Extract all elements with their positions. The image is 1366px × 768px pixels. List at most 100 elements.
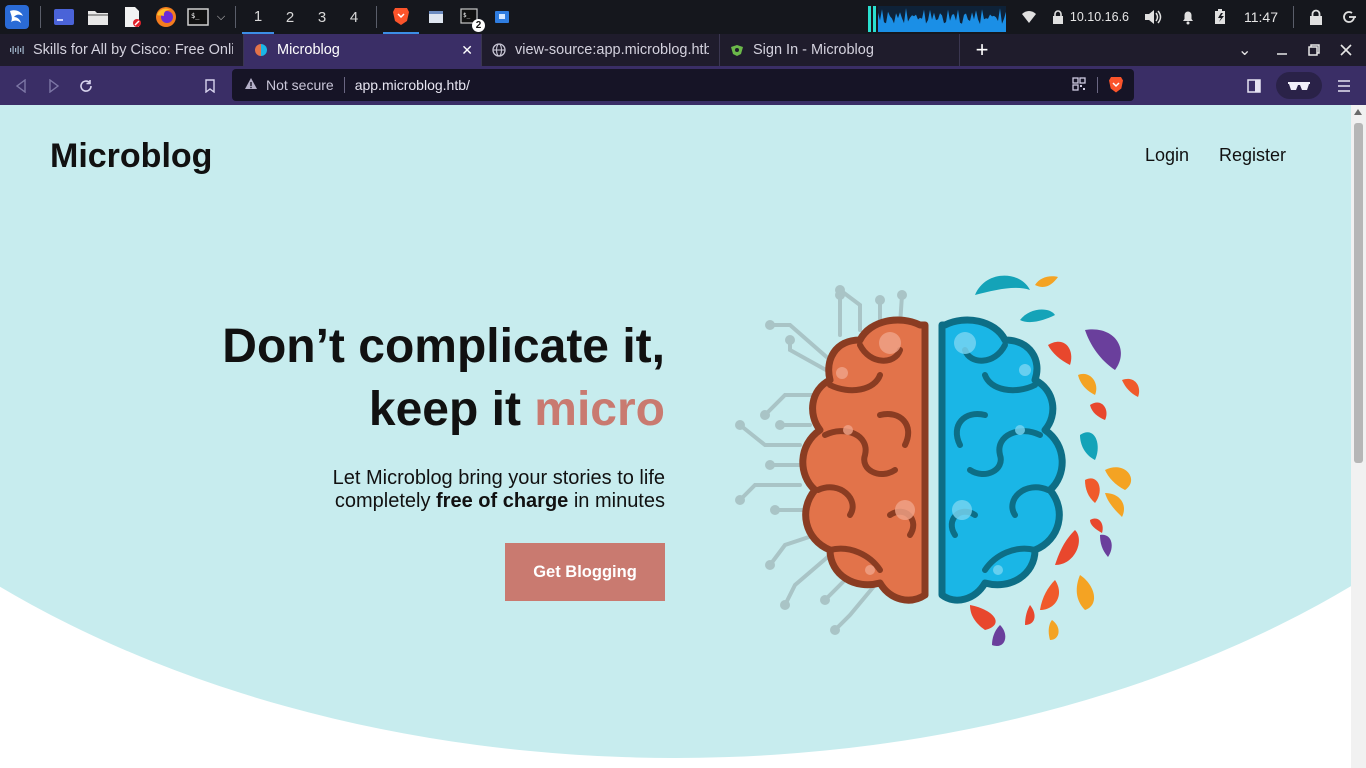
window-button[interactable] bbox=[419, 0, 453, 34]
system-tray: 10.10.16.6 11:47 bbox=[864, 0, 1366, 34]
cpu-graph-icon bbox=[867, 6, 1006, 32]
desktop-icon bbox=[54, 9, 74, 25]
forward-button[interactable] bbox=[42, 66, 66, 105]
taskbar-separator bbox=[1293, 6, 1294, 28]
private-wallet-button[interactable] bbox=[1276, 72, 1322, 99]
page-scrollbar[interactable] bbox=[1351, 105, 1366, 768]
brave-icon bbox=[393, 8, 409, 25]
register-link[interactable]: Register bbox=[1219, 145, 1286, 166]
tab-view-source[interactable]: view-source:app.microblog.htb bbox=[482, 34, 720, 66]
lock-screen-button[interactable] bbox=[1300, 0, 1332, 34]
restore-button[interactable] bbox=[1308, 34, 1322, 66]
text-editor-button[interactable] bbox=[115, 0, 149, 34]
scroll-up-arrow-icon[interactable] bbox=[1354, 109, 1362, 115]
power-refresh-icon bbox=[1343, 11, 1356, 23]
battery-charging-icon bbox=[1215, 9, 1225, 24]
divider bbox=[343, 77, 345, 93]
screenshot-app-button[interactable] bbox=[487, 0, 517, 34]
firefox-button[interactable] bbox=[149, 0, 183, 34]
menu-button[interactable] bbox=[1332, 66, 1356, 105]
text-editor-icon bbox=[125, 7, 141, 27]
tab-title: view-source:app.microblog.htb bbox=[515, 42, 709, 58]
qr-code-icon[interactable] bbox=[1072, 77, 1086, 94]
hero-headline: Don’t complicate it, keep it micro bbox=[222, 315, 665, 441]
cpu-graph[interactable] bbox=[864, 0, 1012, 34]
workspace-3[interactable]: 3 bbox=[306, 0, 338, 34]
volume-control[interactable] bbox=[1135, 0, 1171, 34]
get-blogging-button[interactable]: Get Blogging bbox=[505, 543, 665, 601]
forward-arrow-icon bbox=[49, 78, 60, 93]
clock[interactable]: 11:47 bbox=[1235, 0, 1287, 34]
minimize-button[interactable] bbox=[1276, 34, 1290, 66]
sidebar-icon bbox=[1247, 78, 1261, 93]
close-window-button[interactable] bbox=[1340, 34, 1354, 66]
show-desktop-button[interactable] bbox=[47, 0, 81, 34]
site-logo[interactable]: Microblog bbox=[50, 137, 212, 176]
tab-skills-for-all[interactable]: Skills for All by Cisco: Free Online bbox=[0, 34, 244, 66]
notifications-button[interactable] bbox=[1171, 0, 1205, 34]
chevron-down-icon[interactable]: ⌵ bbox=[213, 0, 229, 34]
kali-dragon-icon bbox=[5, 5, 29, 29]
workspace-label: 3 bbox=[317, 8, 327, 26]
address-bar[interactable]: Not secure app.microblog.htb/ bbox=[232, 69, 1134, 101]
headline-line-2: keep it micro bbox=[222, 378, 665, 441]
url-text[interactable]: app.microblog.htb/ bbox=[355, 77, 470, 93]
svg-text:$_: $_ bbox=[191, 12, 200, 20]
headline-prefix: keep it bbox=[368, 383, 535, 436]
bell-icon bbox=[1183, 11, 1193, 25]
brain-illustration-icon bbox=[735, 275, 1140, 646]
login-link[interactable]: Login bbox=[1145, 145, 1189, 166]
vpn-ip-address: 10.10.16.6 bbox=[1069, 10, 1129, 24]
app-window-icon bbox=[495, 11, 509, 23]
hero-subtitle: Let Microblog bring your stories to life… bbox=[333, 467, 665, 513]
close-icon bbox=[1340, 44, 1352, 56]
taskbar-separator bbox=[40, 6, 41, 28]
terminal-windows-button[interactable]: $_ 2 bbox=[453, 0, 487, 34]
scrollbar-thumb[interactable] bbox=[1354, 123, 1363, 463]
tab-title: Microblog bbox=[277, 42, 340, 58]
terminal-icon: $_ bbox=[187, 8, 209, 26]
warning-triangle-icon[interactable] bbox=[244, 77, 258, 93]
logout-button[interactable] bbox=[1332, 0, 1366, 34]
tab-sign-in[interactable]: Sign In - Microblog bbox=[720, 34, 960, 66]
close-tab-icon[interactable]: ✕ bbox=[461, 42, 473, 59]
clock-time: 11:47 bbox=[1244, 9, 1278, 25]
tab-title: Skills for All by Cisco: Free Online bbox=[33, 42, 233, 58]
svg-text:$_: $_ bbox=[463, 12, 471, 19]
sunglasses-icon bbox=[1288, 81, 1310, 90]
workspace-2[interactable]: 2 bbox=[274, 0, 306, 34]
lock-icon bbox=[1310, 9, 1322, 25]
globe-icon bbox=[492, 43, 506, 57]
vpn-indicator[interactable]: 10.10.16.6 bbox=[1046, 0, 1135, 34]
brave-window-button[interactable] bbox=[383, 0, 419, 34]
sidebar-toggle-button[interactable] bbox=[1242, 66, 1266, 105]
tab-list-button[interactable]: ⌄ bbox=[1238, 34, 1256, 66]
wifi-indicator[interactable] bbox=[1012, 0, 1046, 34]
workspace-label: 1 bbox=[253, 7, 263, 25]
battery-indicator[interactable] bbox=[1205, 0, 1235, 34]
new-tab-button[interactable]: + bbox=[960, 34, 1004, 66]
file-manager-button[interactable] bbox=[81, 0, 115, 34]
workspace-label: 2 bbox=[285, 8, 295, 26]
chevron-down-icon: ⌄ bbox=[1238, 42, 1252, 59]
tab-microblog[interactable]: Microblog ✕ bbox=[244, 34, 482, 66]
workspace-1[interactable]: 1 bbox=[242, 0, 274, 34]
page-viewport: Microblog Login Register Don’t complicat… bbox=[0, 105, 1351, 768]
folder-icon bbox=[88, 11, 108, 25]
brave-shields-icon[interactable] bbox=[1108, 76, 1124, 97]
restore-icon bbox=[1308, 44, 1320, 56]
divider bbox=[1097, 77, 1098, 93]
back-button[interactable] bbox=[9, 66, 33, 105]
security-label[interactable]: Not secure bbox=[266, 77, 334, 93]
os-taskbar: $_ ⌵ 1 2 3 4 $_ 2 10.10.16.6 11:47 bbox=[0, 0, 1366, 34]
reload-icon bbox=[80, 79, 92, 92]
workspace-4[interactable]: 4 bbox=[338, 0, 370, 34]
terminal-button[interactable]: $_ bbox=[183, 0, 213, 34]
bookmark-button[interactable] bbox=[198, 66, 222, 105]
speaker-icon bbox=[1145, 10, 1162, 24]
kali-menu-button[interactable] bbox=[0, 0, 34, 34]
subtitle-bold: free of charge bbox=[436, 490, 569, 512]
reload-button[interactable] bbox=[74, 66, 98, 105]
subtitle-line-2: completely free of charge in minutes bbox=[333, 490, 665, 513]
subtitle-line-1: Let Microblog bring your stories to life bbox=[332, 467, 665, 489]
